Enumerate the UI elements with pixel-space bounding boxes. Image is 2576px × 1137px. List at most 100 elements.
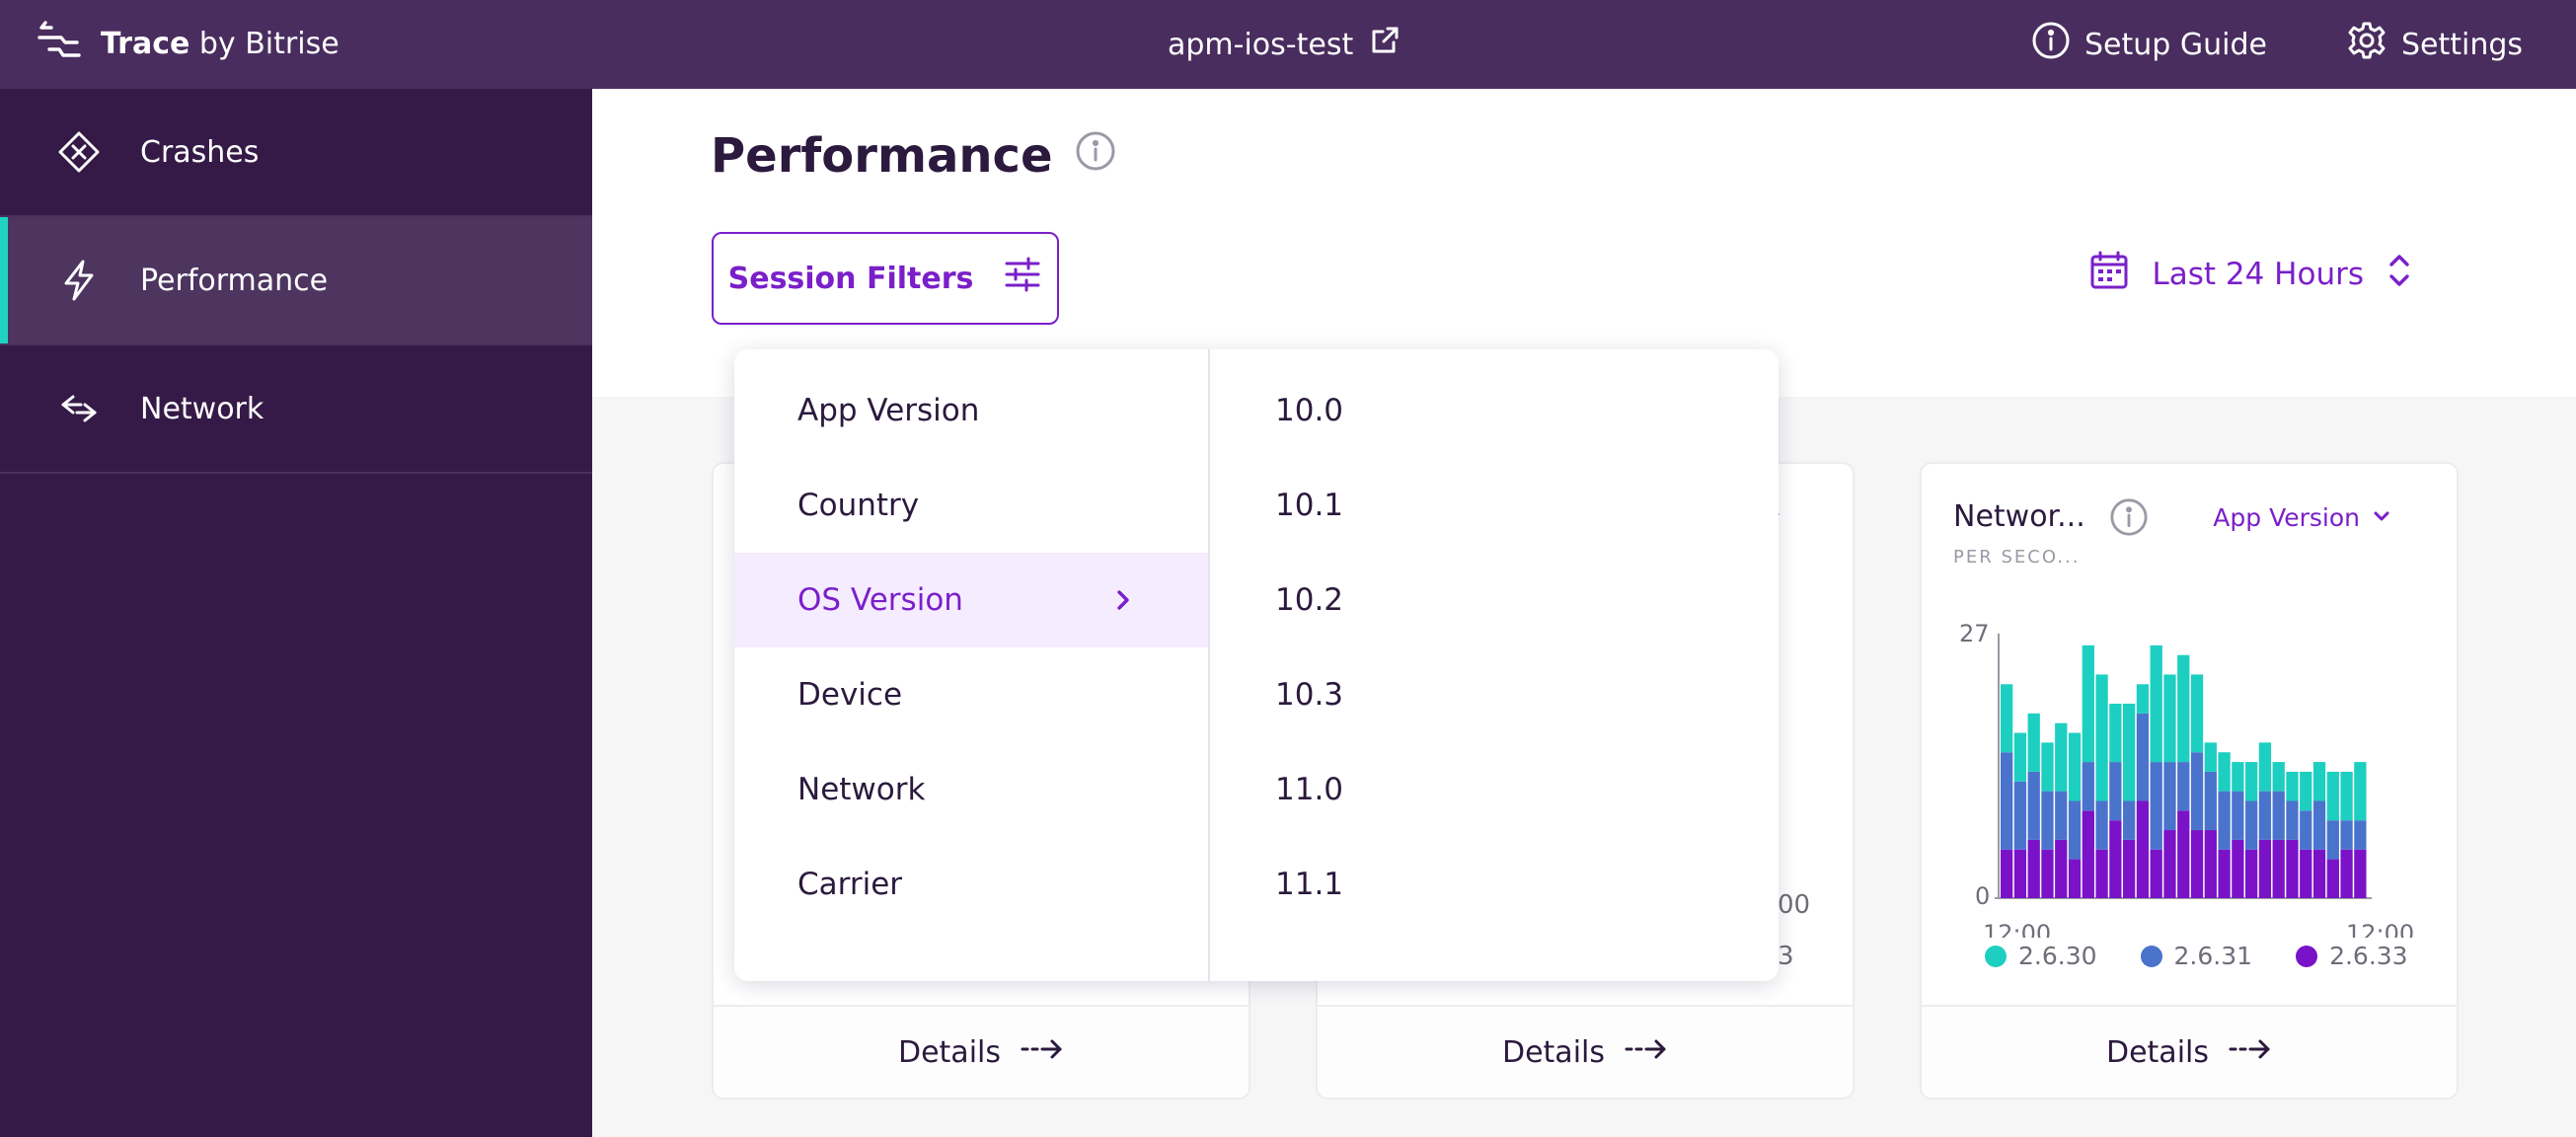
bar-segment [2041, 742, 2054, 792]
bar-segment [2082, 762, 2094, 811]
dashed-arrow-icon [1021, 1035, 1064, 1070]
settings-link[interactable]: Settings [2346, 20, 2523, 69]
sidebar-item-label: Crashes [140, 134, 260, 170]
info-icon [2031, 21, 2071, 68]
bar-segment [2272, 791, 2285, 840]
bar-segment [2109, 762, 2122, 821]
dashed-arrow-icon [2229, 1035, 2272, 1070]
group-by-select[interactable]: App Version [2213, 503, 2391, 532]
filter-category-label: App Version [797, 393, 980, 428]
bar-segment [2312, 800, 2326, 850]
brand-name: Trace [101, 26, 190, 61]
bar-segment [2041, 849, 2054, 898]
bar-segment [2177, 810, 2190, 898]
brand-by: by Bitrise [198, 26, 340, 61]
external-link-icon [1369, 25, 1401, 64]
sidebar-item-network[interactable]: Network [0, 345, 592, 474]
bar-segment [2204, 742, 2217, 772]
filter-category-item[interactable]: Device [734, 647, 1208, 742]
bar-segment [2258, 839, 2272, 898]
filter-value-item[interactable]: 11.1 [1212, 837, 1779, 932]
bar-segment [2177, 654, 2190, 763]
x-tick-label: 12:00 [2346, 920, 2414, 938]
bar-segment [2068, 732, 2082, 801]
filter-category-label: Device [797, 677, 903, 713]
filter-category-item[interactable]: Network [734, 742, 1208, 837]
setup-guide-label: Setup Guide [2084, 27, 2267, 62]
bar-segment [2136, 800, 2150, 898]
session-filters-button[interactable]: Session Filters [712, 232, 1059, 325]
filter-category-item[interactable]: App Version [734, 363, 1208, 458]
bar-segment [2340, 771, 2353, 821]
app-selector[interactable]: apm-ios-test [1168, 18, 1401, 71]
filter-value-item[interactable]: 10.2 [1212, 553, 1779, 647]
bar-segment [2218, 752, 2231, 792]
sliders-icon [1003, 255, 1042, 302]
bar-segment [2326, 859, 2339, 898]
details-label: Details [897, 1034, 1001, 1070]
details-button[interactable]: Details [714, 1005, 1249, 1098]
bar-segment [2150, 849, 2162, 898]
session-filters-label: Session Filters [727, 261, 974, 296]
bar-segment [2082, 644, 2094, 763]
bar-segment [2326, 771, 2339, 821]
details-button[interactable]: Details [1922, 1005, 2457, 1098]
filter-value-item[interactable]: 10.1 [1212, 458, 1779, 553]
bar-segment [2286, 839, 2299, 898]
calendar-icon [2088, 250, 2130, 299]
sidebar-item-crashes[interactable]: Crashes [0, 89, 592, 217]
bar-segment [2095, 800, 2108, 850]
filter-category-label: Country [797, 488, 920, 523]
page-title: Performance [711, 128, 1116, 184]
bar-segment [2340, 820, 2353, 850]
bar-segment [2163, 762, 2176, 831]
bar-segment [2136, 684, 2150, 714]
legend-label: 2.6.33 [2329, 942, 2408, 970]
legend-label: 2.6.30 [2018, 942, 2097, 970]
filter-value-item[interactable]: 10.3 [1212, 647, 1779, 742]
bar-segment [2013, 732, 2027, 782]
bar-segment [2163, 674, 2176, 763]
bar-segment [2027, 771, 2040, 840]
setup-guide-link[interactable]: Setup Guide [2031, 21, 2267, 68]
legend-item[interactable]: 2.6.31 [2140, 942, 2252, 970]
stacked-bar-chart: 27 0 12:00 12:00 [1959, 620, 2414, 938]
filter-value-item[interactable]: 10.0 [1212, 363, 1779, 458]
bar-segment [2136, 713, 2150, 801]
sidebar-item-performance[interactable]: Performance [0, 217, 592, 345]
sidebar-item-label: Performance [140, 263, 329, 298]
bar-segment [2245, 849, 2258, 898]
bar-segment [2326, 820, 2339, 860]
bar-segment [2258, 791, 2272, 840]
bar-segment [2109, 703, 2122, 763]
x-tick-label: 00 [1778, 890, 1811, 920]
sort-chevrons-icon [2386, 249, 2413, 300]
bar-segment [2095, 674, 2108, 801]
bar-segment [2245, 800, 2258, 850]
bar-segment [2001, 752, 2013, 850]
filter-category-label: Network [797, 772, 926, 807]
filter-category-list: App Version Country OS Version Device Ne… [734, 349, 1210, 981]
group-by-label: App Version [2213, 503, 2360, 532]
info-icon[interactable] [1075, 128, 1116, 184]
details-button[interactable]: Details [1318, 1005, 1853, 1098]
bar-segment [2286, 771, 2299, 801]
brand[interactable]: Trace by Bitrise [36, 16, 340, 71]
network-chart-card: Networ... PER SECO... App Version 27 0 1… [1920, 462, 2459, 1099]
bar-segment [2272, 839, 2285, 898]
time-range-selector[interactable]: Last 24 Hours [2088, 249, 2413, 300]
sidebar: Crashes Performance Network [0, 89, 592, 1137]
legend-dot [2140, 945, 2162, 967]
filter-category-item-selected[interactable]: OS Version [734, 553, 1208, 647]
bar-segment [2095, 849, 2108, 898]
page-title-text: Performance [711, 128, 1053, 184]
filter-category-item[interactable]: Country [734, 458, 1208, 553]
filter-value-item[interactable]: 11.0 [1212, 742, 1779, 837]
bar-segment [2041, 791, 2054, 850]
bar-segment [2163, 830, 2176, 898]
info-icon[interactable] [2109, 497, 2149, 541]
legend-item[interactable]: 2.6.33 [2296, 942, 2408, 970]
filter-category-item[interactable]: Carrier [734, 837, 1208, 932]
legend-item[interactable]: 2.6.30 [1985, 942, 2097, 970]
bar-segment [2123, 703, 2136, 801]
